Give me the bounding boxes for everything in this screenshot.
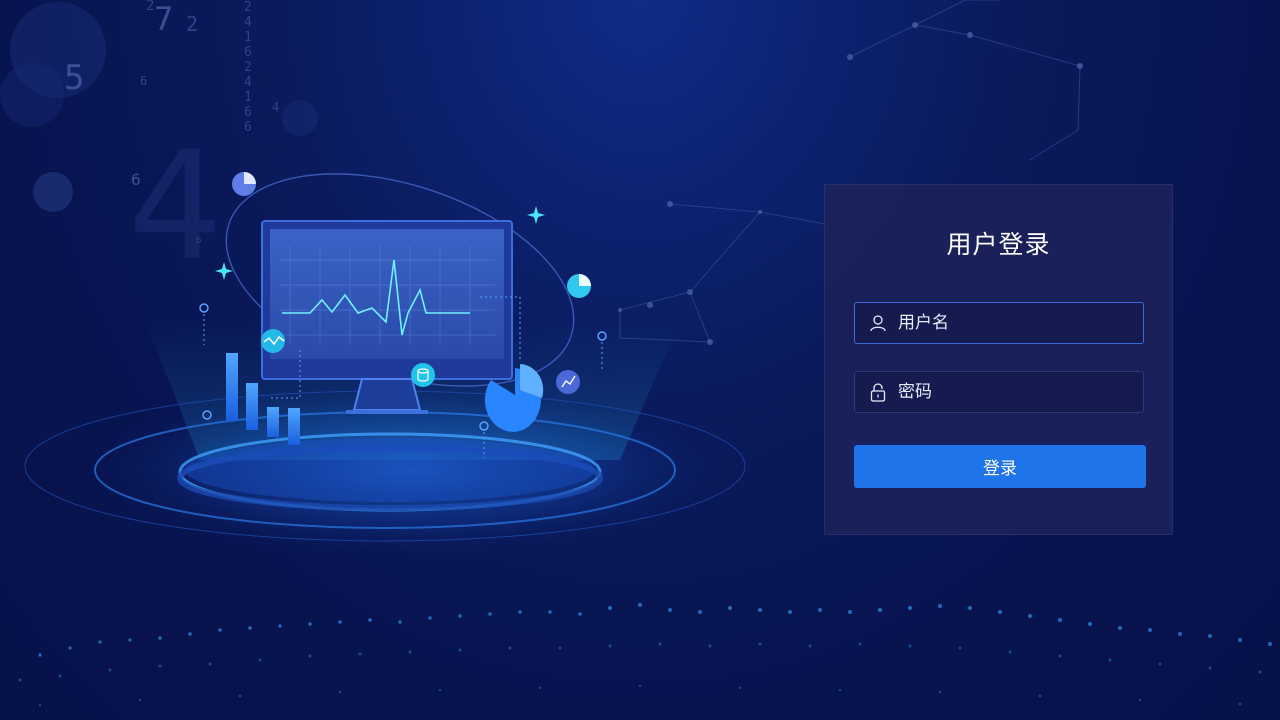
login-panel: 用户登录 登录	[824, 184, 1173, 535]
decor-digit-column: 24162416 6	[244, 0, 252, 135]
decor-digit: 4	[272, 100, 280, 114]
username-field[interactable]	[854, 302, 1144, 344]
login-button[interactable]: 登录	[854, 445, 1146, 488]
user-icon	[868, 313, 888, 333]
login-title: 用户登录	[946, 230, 1051, 259]
decor-digit: 6	[196, 236, 202, 246]
decor-digit: 6	[140, 74, 148, 88]
decor-digit: 7	[154, 0, 174, 38]
username-input[interactable]	[898, 313, 1118, 333]
password-field[interactable]	[854, 371, 1144, 413]
decor-digit: 6	[131, 170, 141, 189]
lock-icon	[868, 382, 888, 402]
password-input[interactable]	[898, 382, 1118, 402]
decor-digits: 2 7 2 5 6 4 6 6 24162416 6	[0, 0, 320, 260]
decor-digit: 2	[186, 12, 199, 36]
decor-digit: 5	[64, 58, 85, 98]
